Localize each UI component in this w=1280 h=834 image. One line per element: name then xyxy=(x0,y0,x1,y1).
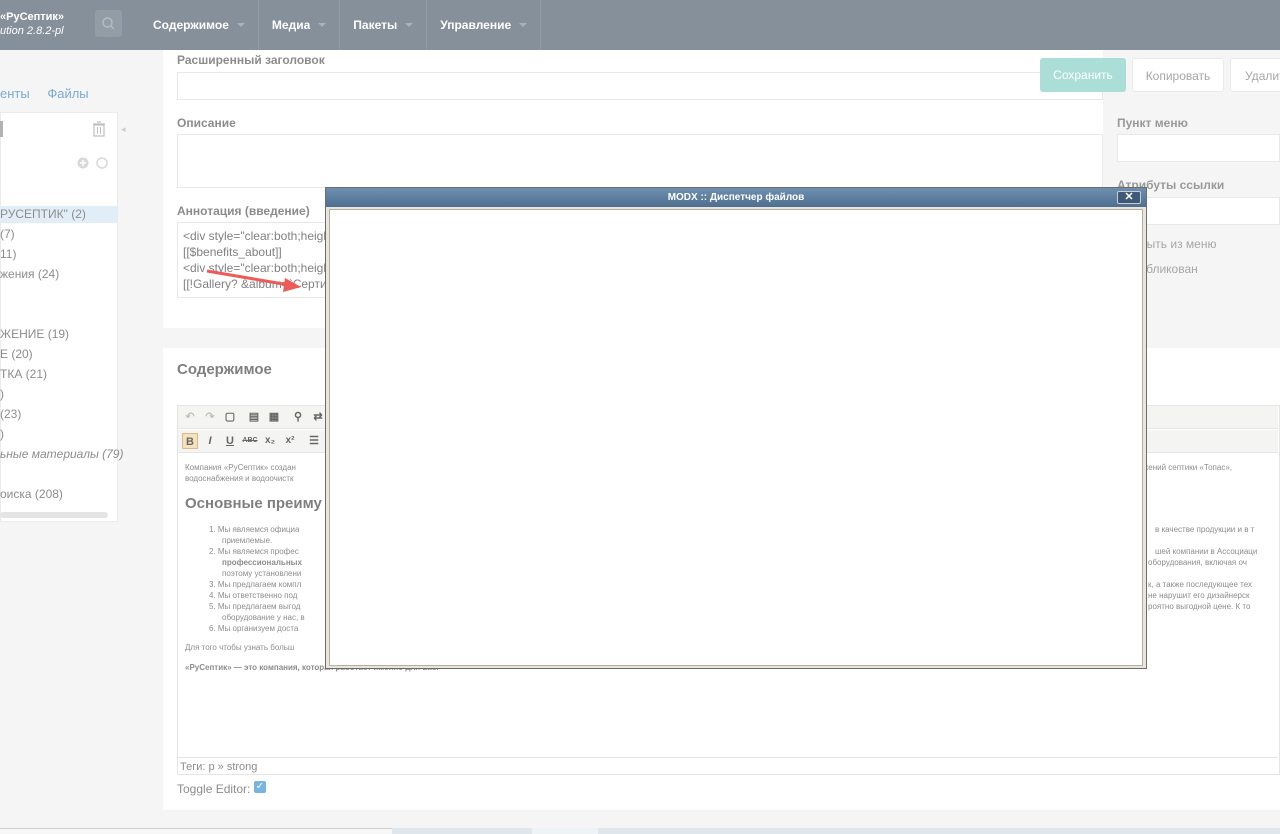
close-icon: ✕ xyxy=(1124,191,1134,203)
bottom-bar-segment xyxy=(0,828,392,834)
dialog-title: MODX :: Диспетчер файлов xyxy=(326,188,1146,207)
bottom-bar-segment xyxy=(532,828,598,834)
bottom-bar xyxy=(0,828,1280,834)
dialog-content[interactable] xyxy=(329,209,1143,666)
file-manager-dialog: MODX :: Диспетчер файлов ✕ xyxy=(325,187,1147,669)
close-button[interactable]: ✕ xyxy=(1117,191,1141,204)
